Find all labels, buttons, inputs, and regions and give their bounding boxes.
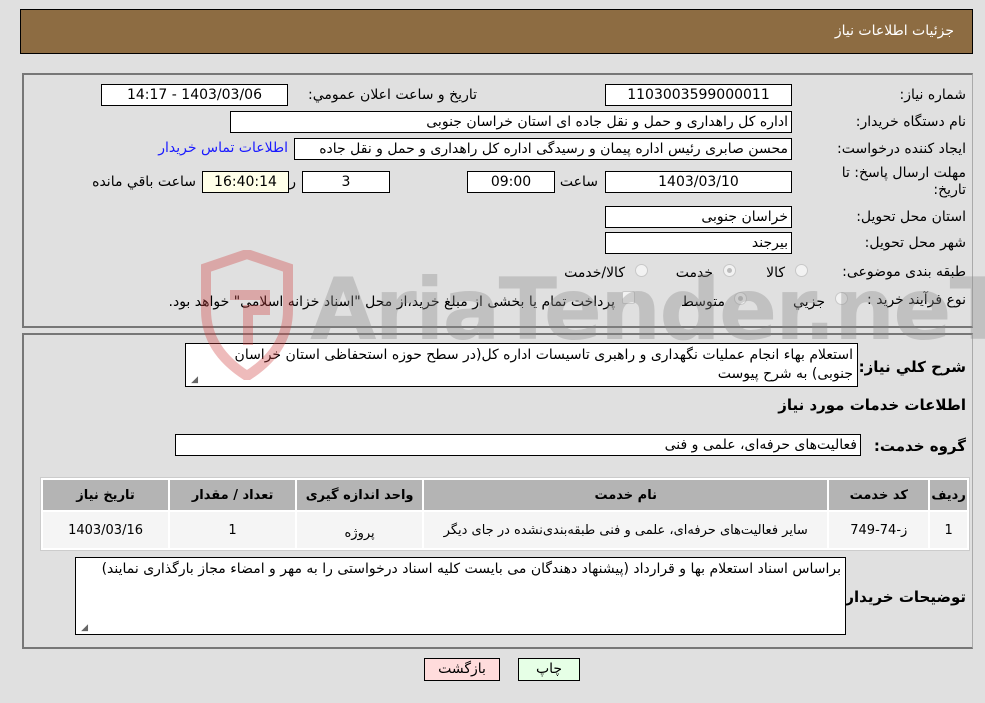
creator-field[interactable]: محسن صابری رئیس اداره پیمان و رسیدگی ادا… <box>294 138 792 160</box>
summary-text: استعلام بهاء انجام عملیات نگهداری و راهب… <box>234 347 853 382</box>
col-service-code: کد خدمت <box>829 480 929 510</box>
resize-handle-icon[interactable]: ◢ <box>188 375 198 385</box>
announce-label: تاریخ و ساعت اعلان عمومي: <box>308 87 477 103</box>
summary-label: شرح کلي نياز: <box>858 358 966 376</box>
col-quantity: تعداد / مقدار <box>170 480 296 510</box>
buyer-org-label: نام دستگاه خريدار: <box>855 114 966 130</box>
cell-need-date: 1403/03/16 <box>43 512 169 548</box>
buyer-notes-label: توضیحات خریدار: <box>839 588 966 606</box>
buyer-notes-textarea[interactable]: براساس اسناد استعلام بها و قرارداد (پیشن… <box>75 557 846 635</box>
city-label: شهر محل تحویل: <box>864 235 966 251</box>
cell-row-number: 1 <box>930 512 967 548</box>
announce-datetime-field[interactable]: 1403/03/06 - 14:17 <box>101 84 288 106</box>
creator-label: ایجاد کننده درخواست: <box>837 141 966 157</box>
province-field[interactable]: خراسان جنوبی <box>605 206 792 228</box>
days-remaining-field[interactable]: 3 <box>302 171 390 193</box>
summary-textarea[interactable]: استعلام بهاء انجام عملیات نگهداری و راهب… <box>185 343 858 387</box>
category-radio-goods[interactable] <box>795 264 808 277</box>
buyer-org-field[interactable]: اداره کل راهداری و حمل و نقل جاده ای است… <box>230 111 792 133</box>
deadline-time-label: ساعت <box>559 174 598 190</box>
category-label: طبقه بندی موضوعی: <box>842 264 966 280</box>
cell-quantity: 1 <box>170 512 296 548</box>
cell-unit: پروژه <box>297 512 423 548</box>
page-title: جزئیات اطلاعات نیاز <box>834 23 954 39</box>
process-radio-medium[interactable] <box>734 292 747 305</box>
category-radio-service[interactable] <box>723 264 736 277</box>
print-button[interactable]: چاپ <box>518 658 580 681</box>
process-label: نوع فرآیند خرید : <box>867 292 966 308</box>
buyer-contact-link[interactable]: اطلاعات تماس خريدار <box>158 140 288 156</box>
need-number-field[interactable]: 1103003599000011 <box>605 84 792 106</box>
need-info-panel: شماره نیاز: 1103003599000011 تاریخ و ساع… <box>22 73 973 328</box>
category-option-goods: کالا <box>766 265 785 281</box>
category-option-goods-service: کالا/خدمت <box>564 265 625 281</box>
process-option-minor: جزيي <box>793 294 825 310</box>
deadline-time-field[interactable]: 09:00 <box>467 171 555 193</box>
col-row-number: رديف <box>930 480 967 510</box>
city-field[interactable]: بیرجند <box>605 232 792 254</box>
need-number-label: شماره نیاز: <box>899 87 967 103</box>
category-option-service: خدمت <box>675 265 713 281</box>
need-details-panel: شرح کلي نياز: استعلام بهاء انجام عملیات … <box>22 333 973 649</box>
process-option-medium: متوسط <box>681 294 725 310</box>
treasury-checkbox[interactable] <box>622 291 635 304</box>
page-header: جزئیات اطلاعات نیاز <box>20 9 973 54</box>
treasury-checkbox-label: پرداخت تمام یا بخشی از مبلغ خرید،از محل … <box>168 294 615 310</box>
deadline-label: مهلت ارسال پاسخ: تا تاریخ: <box>841 165 966 198</box>
remaining-time-field: 16:40:14 <box>202 171 289 193</box>
col-service-name: نام خدمت <box>424 480 828 510</box>
category-radio-goods-service[interactable] <box>635 264 648 277</box>
col-need-date: تاریخ نیاز <box>43 480 169 510</box>
cell-service-name: سایر فعالیت‌های حرفه‌ای، علمی و فنی طبقه… <box>424 512 828 548</box>
back-button[interactable]: بازگشت <box>424 658 500 681</box>
service-group-label: گروه خدمت: <box>873 437 966 455</box>
table-header-row: رديف کد خدمت نام خدمت واحد اندازه گیری ت… <box>43 480 967 510</box>
table-row: 1 ز-74-749 سایر فعالیت‌های حرفه‌ای، علمی… <box>43 512 967 548</box>
col-unit: واحد اندازه گیری <box>297 480 423 510</box>
service-group-field[interactable]: فعالیت‌های حرفه‌ای، علمی و فنی <box>175 434 861 456</box>
cell-service-code: ز-74-749 <box>829 512 929 548</box>
province-label: استان محل تحویل: <box>856 209 966 225</box>
services-heading: اطلاعات خدمات مورد نياز <box>778 396 966 414</box>
deadline-date-field[interactable]: 1403/03/10 <box>605 171 792 193</box>
remaining-label: ساعت باقي مانده <box>92 174 196 190</box>
resize-handle-icon[interactable]: ◢ <box>78 623 88 633</box>
buyer-notes-text: براساس اسناد استعلام بها و قرارداد (پیشن… <box>101 561 841 577</box>
services-table: رديف کد خدمت نام خدمت واحد اندازه گیری ت… <box>40 477 970 551</box>
process-radio-minor[interactable] <box>835 292 848 305</box>
